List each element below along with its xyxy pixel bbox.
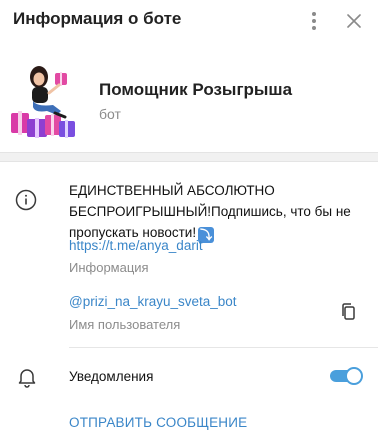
notifications-toggle[interactable] [330,367,363,385]
bot-name: Помощник Розыгрыша [99,80,293,99]
copy-icon[interactable] [339,302,359,322]
separator [69,347,378,348]
channel-link[interactable]: https://t.me/anya_darit [69,238,203,253]
description-line1: ЕДИНСТВЕННЫЙ АБСОЛЮТНО [69,183,275,198]
info-icon [15,189,37,211]
bot-info-window: Информация о боте Помощник Розыгрыша бот… [0,0,378,442]
toggle-knob [345,367,363,385]
info-label: Информация [69,260,149,275]
description-line2: БЕСПРОИГРЫШНЫЙ!Подпишись, что бы не [69,204,351,219]
page-title: Информация о боте [13,9,182,28]
username-label: Имя пользователя [69,317,181,332]
close-button[interactable] [341,8,367,34]
username-value[interactable]: @prizi_na_krayu_sveta_bot [69,294,237,309]
bot-status: бот [99,106,121,122]
header: Информация о боте [0,0,378,42]
bot-description: ЕДИНСТВЕННЫЙ АБСОЛЮТНО БЕСПРОИГРЫШНЫЙ!По… [69,180,364,243]
more-button[interactable] [301,8,327,34]
avatar[interactable] [9,63,79,141]
more-vertical-icon [312,12,316,30]
send-message-button[interactable]: ОТПРАВИТЬ СООБЩЕНИЕ [69,415,247,430]
notifications-label: Уведомления [69,369,154,384]
bell-icon [18,369,36,388]
profile-section: Помощник Розыгрыша бот [0,55,378,145]
section-divider [0,152,378,162]
close-icon [347,14,361,28]
